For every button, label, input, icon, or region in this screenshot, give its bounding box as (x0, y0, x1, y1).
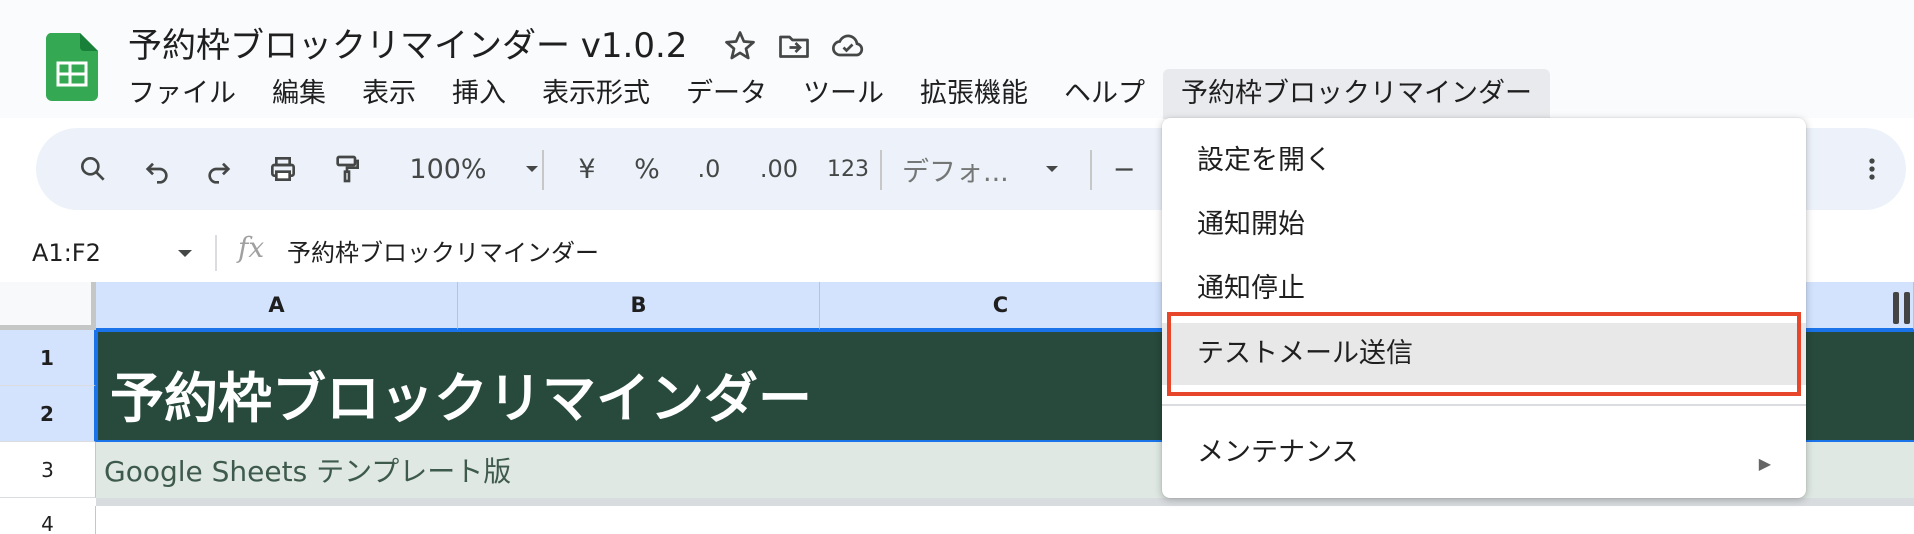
column-header-b[interactable]: B (458, 282, 820, 330)
currency-label: ¥ (578, 153, 596, 185)
menu-start-notifications[interactable]: 通知開始 (1162, 194, 1806, 256)
percent-label: % (634, 153, 660, 185)
toolbar-divider (542, 150, 544, 190)
document-title[interactable]: 予約枠ブロックリマインダー v1.0.2 (128, 22, 687, 70)
fx-icon: fx (238, 231, 265, 264)
app-header: 予約枠ブロックリマインダー v1.0.2 ファイル 編集 表示 挿入 表示形式 … (0, 0, 1914, 119)
subtitle-cell-text: Google Sheets テンプレート版 (104, 455, 512, 488)
formula-input[interactable]: 予約枠ブロックリマインダー (287, 233, 599, 273)
font-select[interactable]: デフォ... (902, 128, 1062, 210)
row-divider (96, 498, 1914, 506)
highlight-box (1167, 312, 1801, 396)
star-icon[interactable] (722, 28, 758, 64)
menu-file[interactable]: ファイル (112, 69, 254, 119)
menu-view[interactable]: 表示 (344, 69, 434, 119)
font-value: デフォ... (902, 156, 1009, 188)
menu-help[interactable]: ヘルプ (1046, 69, 1163, 119)
reminder-addon-dropdown: 設定を開く 通知開始 通知停止 テストメール送信 メンテナンス ▶ (1162, 118, 1806, 498)
menu-reminder-addon[interactable]: 予約枠ブロックリマインダー (1163, 69, 1550, 119)
zoom-select[interactable]: 100% (388, 128, 508, 210)
column-resize-handle[interactable] (1893, 292, 1899, 324)
title-icons (722, 28, 866, 64)
increase-decimal-button[interactable]: .00 (748, 128, 810, 210)
currency-button[interactable]: ¥ (562, 128, 612, 210)
paint-format-icon[interactable] (322, 128, 372, 210)
menu-edit[interactable]: 編集 (254, 69, 344, 119)
menu-bar: ファイル 編集 表示 挿入 表示形式 データ ツール 拡張機能 ヘルプ 予約枠ブ… (112, 69, 1550, 119)
dropdown-divider (1162, 404, 1806, 406)
decrease-decimal-label: .0 (697, 155, 721, 183)
name-box-chevron-down-icon[interactable] (175, 247, 195, 261)
row-header-1[interactable]: 1 (0, 330, 96, 386)
submenu-arrow-icon: ▶ (1758, 454, 1771, 473)
title-cell-text: 予約枠ブロックリマインダー (110, 369, 812, 429)
row-header-4[interactable]: 4 (0, 506, 96, 534)
number-format-label: 123 (827, 156, 869, 182)
menu-format[interactable]: 表示形式 (524, 69, 668, 119)
number-format-button[interactable]: 123 (818, 128, 878, 210)
decrease-decimal-button[interactable]: .0 (684, 128, 734, 210)
row-header-2[interactable]: 2 (0, 386, 96, 442)
column-resize-handle[interactable] (1904, 292, 1910, 324)
sheets-logo-icon[interactable] (46, 33, 98, 101)
column-header-a[interactable]: A (96, 282, 458, 330)
more-vertical-icon[interactable] (1852, 128, 1892, 210)
toolbar-divider (880, 150, 882, 190)
menu-tools[interactable]: ツール (785, 69, 902, 119)
menu-stop-notifications[interactable]: 通知停止 (1162, 258, 1806, 320)
font-chevron-down-icon[interactable] (1040, 128, 1064, 210)
name-box[interactable]: A1:F2 (32, 233, 101, 273)
column-header-c[interactable]: C (820, 282, 1182, 330)
select-all-corner[interactable] (0, 282, 96, 330)
zoom-value: 100% (409, 153, 487, 185)
row-header-3[interactable]: 3 (0, 442, 96, 498)
toolbar-divider (1090, 150, 1092, 190)
menu-insert[interactable]: 挿入 (434, 69, 524, 119)
percent-button[interactable]: % (622, 128, 672, 210)
menu-maintenance[interactable]: メンテナンス (1162, 422, 1806, 484)
move-folder-icon[interactable] (776, 28, 812, 64)
menu-extensions[interactable]: 拡張機能 (902, 69, 1046, 119)
redo-icon[interactable] (194, 128, 244, 210)
zoom-chevron-down-icon[interactable] (520, 128, 544, 210)
print-icon[interactable] (258, 128, 308, 210)
increase-decimal-label: .00 (759, 155, 799, 183)
undo-icon[interactable] (132, 128, 182, 210)
search-icon[interactable] (68, 128, 118, 210)
menu-data[interactable]: データ (668, 69, 785, 119)
formula-divider (215, 235, 217, 271)
font-size-decrease-button[interactable]: − (1104, 128, 1144, 210)
menu-open-settings[interactable]: 設定を開く (1162, 130, 1806, 192)
cloud-saved-icon[interactable] (830, 28, 866, 64)
font-size-decrease-label: − (1112, 153, 1136, 185)
